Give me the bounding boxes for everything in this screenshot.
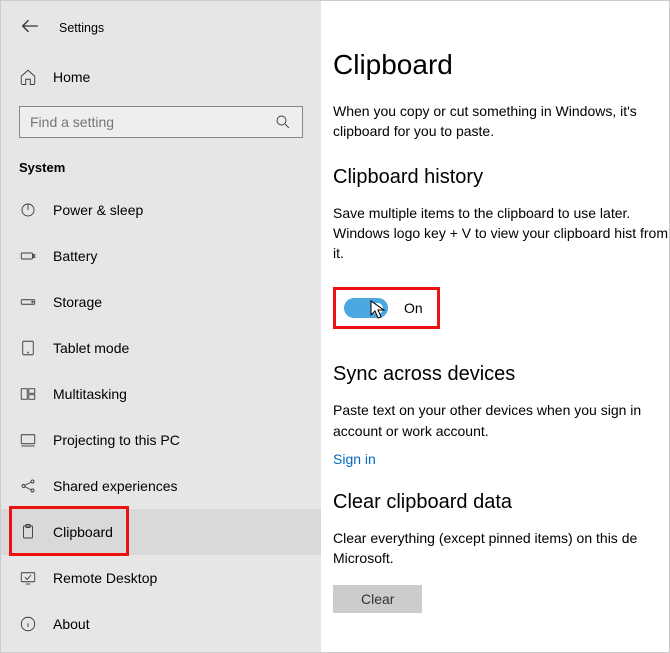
intro-text: When you copy or cut something in Window…	[333, 101, 669, 142]
highlight-annotation-toggle: On	[333, 287, 440, 329]
sidebar-item-home[interactable]: Home	[1, 58, 321, 96]
back-button[interactable]	[19, 15, 41, 40]
sidebar-item-label: Clipboard	[53, 524, 113, 540]
sidebar-item-label: Storage	[53, 294, 102, 310]
power-icon	[19, 201, 37, 219]
main-content: Clipboard When you copy or cut something…	[321, 1, 669, 652]
group-label-system: System	[1, 156, 321, 187]
sidebar-item-tablet-mode[interactable]: Tablet mode	[1, 325, 321, 371]
sidebar-item-label: Projecting to this PC	[53, 432, 180, 448]
clipboard-history-toggle[interactable]	[344, 298, 388, 318]
battery-icon	[19, 247, 37, 265]
sidebar-item-storage[interactable]: Storage	[1, 279, 321, 325]
sync-desc: Paste text on your other devices when yo…	[333, 400, 669, 441]
section-heading-history: Clipboard history	[333, 166, 669, 189]
history-desc: Save multiple items to the clipboard to …	[333, 203, 669, 264]
search-field[interactable]	[30, 114, 274, 130]
section-heading-sync: Sync across devices	[333, 363, 669, 386]
sidebar-item-label: Power & sleep	[53, 202, 143, 218]
clipboard-icon	[19, 523, 37, 541]
page-title: Clipboard	[333, 49, 669, 81]
sidebar-item-about[interactable]: About	[1, 601, 321, 647]
home-icon	[19, 68, 37, 86]
sidebar-item-power-sleep[interactable]: Power & sleep	[1, 187, 321, 233]
shared-icon	[19, 477, 37, 495]
sidebar: Settings Home System Power & sleep Batte…	[1, 1, 321, 652]
sidebar-item-remote-desktop[interactable]: Remote Desktop	[1, 555, 321, 601]
multitasking-icon	[19, 385, 37, 403]
sidebar-item-shared-experiences[interactable]: Shared experiences	[1, 463, 321, 509]
sidebar-item-projecting[interactable]: Projecting to this PC	[1, 417, 321, 463]
sidebar-item-label: Shared experiences	[53, 478, 178, 494]
projecting-icon	[19, 431, 37, 449]
sidebar-item-label: Multitasking	[53, 386, 127, 402]
storage-icon	[19, 293, 37, 311]
sidebar-item-clipboard[interactable]: Clipboard	[1, 509, 321, 555]
sidebar-item-multitasking[interactable]: Multitasking	[1, 371, 321, 417]
search-icon	[274, 113, 292, 131]
clear-desc: Clear everything (except pinned items) o…	[333, 528, 669, 569]
sidebar-item-label: Remote Desktop	[53, 570, 157, 586]
sidebar-item-label: Battery	[53, 248, 97, 264]
sidebar-item-label: Home	[53, 69, 90, 85]
clear-button[interactable]: Clear	[333, 585, 422, 613]
sign-in-link[interactable]: Sign in	[333, 451, 376, 467]
toggle-label: On	[404, 300, 423, 316]
remote-desktop-icon	[19, 569, 37, 587]
window-title: Settings	[59, 21, 104, 35]
sidebar-item-label: Tablet mode	[53, 340, 129, 356]
about-icon	[19, 615, 37, 633]
sidebar-item-battery[interactable]: Battery	[1, 233, 321, 279]
sidebar-item-label: About	[53, 616, 90, 632]
toggle-knob	[372, 303, 383, 314]
section-heading-clear: Clear clipboard data	[333, 491, 669, 514]
search-input[interactable]	[19, 106, 303, 138]
tablet-icon	[19, 339, 37, 357]
